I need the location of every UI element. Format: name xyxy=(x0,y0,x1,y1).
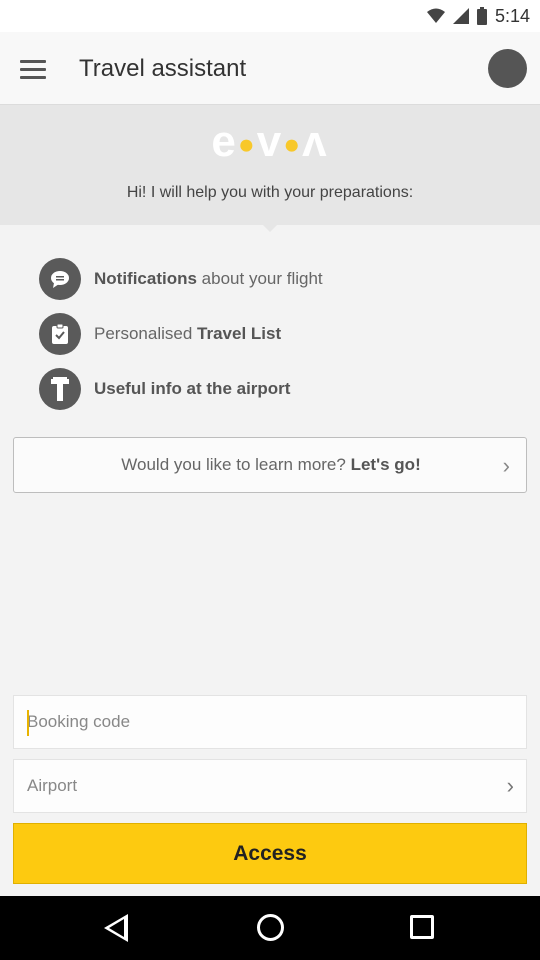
learn-more-text: Would you like to learn more? Let's go! xyxy=(121,455,421,474)
recent-apps-icon[interactable] xyxy=(410,915,434,939)
chevron-right-icon: › xyxy=(502,453,510,478)
profile-avatar[interactable] xyxy=(488,49,527,88)
airport-field[interactable]: › xyxy=(13,759,527,813)
menu-icon[interactable] xyxy=(20,54,50,84)
feature-notifications: Notifications about your flight xyxy=(39,258,323,300)
booking-code-input[interactable] xyxy=(14,696,526,748)
booking-code-field[interactable] xyxy=(13,695,527,749)
chat-icon xyxy=(39,258,81,300)
battery-icon xyxy=(476,7,487,25)
learn-more-button[interactable]: Would you like to learn more? Let's go! … xyxy=(13,437,527,493)
feature-travel-list-text: Personalised Travel List xyxy=(94,324,282,343)
hero-subtitle: Hi! I will help you with your preparatio… xyxy=(126,184,414,201)
tower-icon xyxy=(39,368,81,410)
back-icon[interactable] xyxy=(104,914,128,942)
clipboard-icon xyxy=(39,313,81,355)
status-bar: 5:14 xyxy=(0,0,540,32)
app-bar: Travel assistant xyxy=(0,32,540,105)
chevron-right-icon[interactable]: › xyxy=(507,773,514,799)
hero-notch xyxy=(262,224,278,232)
home-icon[interactable] xyxy=(257,914,284,941)
text-cursor xyxy=(27,710,29,736)
airport-input[interactable] xyxy=(14,760,526,812)
feature-travel-list: Personalised Travel List xyxy=(39,313,281,355)
status-icons: 5:14 xyxy=(426,0,530,32)
app-title: Travel assistant xyxy=(79,55,247,82)
system-nav-bar xyxy=(0,896,540,960)
signal-icon xyxy=(452,8,469,24)
wifi-icon xyxy=(426,8,445,23)
access-button[interactable]: Access xyxy=(13,823,527,884)
status-time: 5:14 xyxy=(494,5,530,26)
feature-airport-info-text: Useful info at the airport xyxy=(94,379,291,398)
eva-logo: e●v●ʌ xyxy=(211,117,329,166)
feature-notifications-text: Notifications about your flight xyxy=(94,269,323,288)
feature-airport-info: Useful info at the airport xyxy=(39,368,290,410)
